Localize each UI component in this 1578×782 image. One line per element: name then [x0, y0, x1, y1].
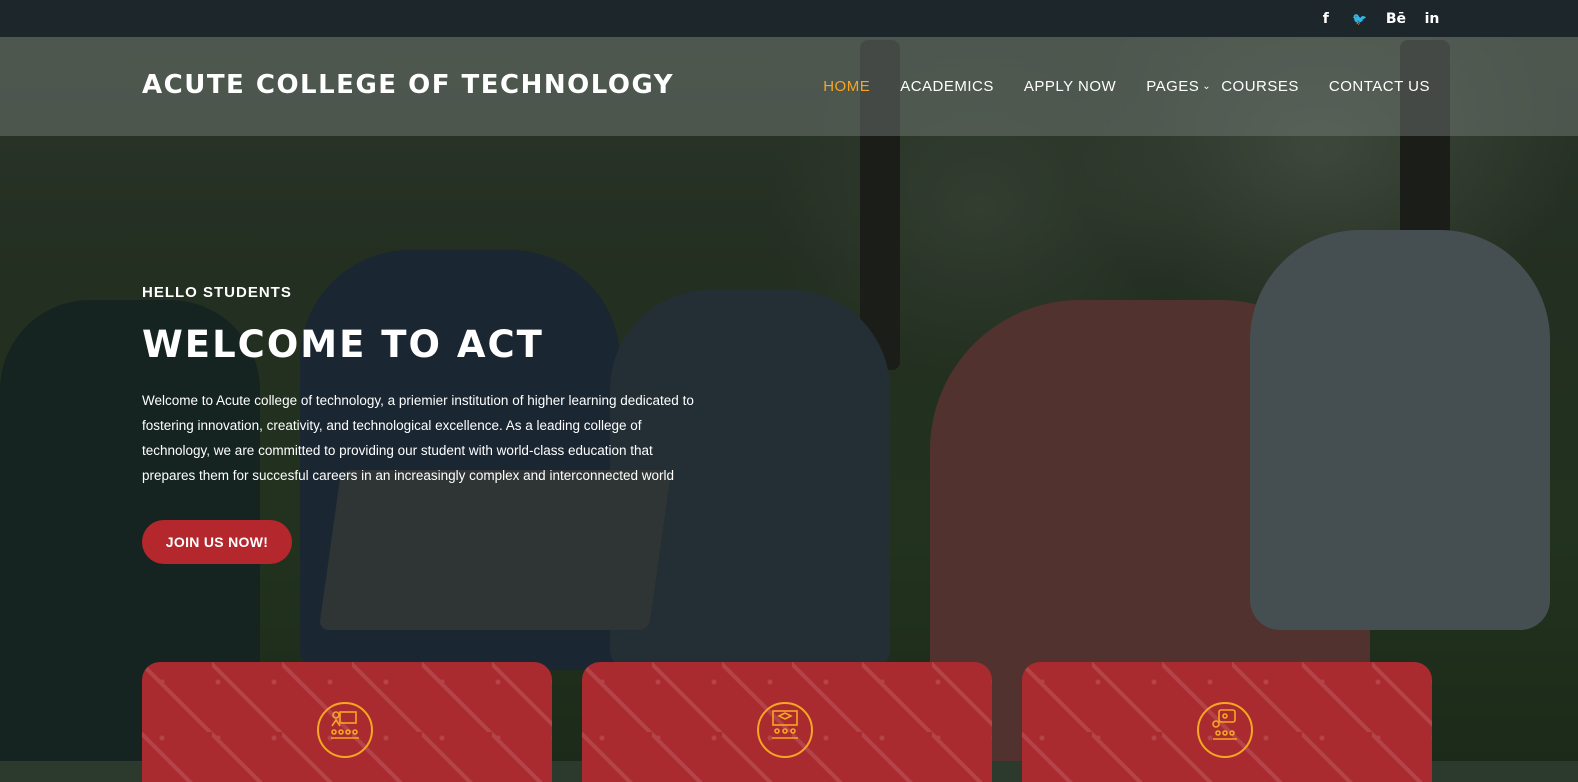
nav-item-apply-now[interactable]: APPLY NOW — [1024, 78, 1116, 95]
hero-title: WELCOME TO ACT — [142, 323, 544, 366]
feature-card[interactable] — [1022, 662, 1432, 782]
nav-label: HOME — [823, 78, 871, 95]
twitter-icon[interactable]: 🐦 — [1352, 12, 1368, 26]
brand-logo[interactable]: ACUTE COLLEGE OF TECHNOLOGY — [142, 70, 674, 100]
nav-label: ACADEMICS — [900, 78, 994, 95]
feature-card[interactable] — [142, 662, 552, 782]
hero-kicker: HELLO STUDENTS — [142, 284, 292, 301]
top-bar: f 🐦 Bē in — [0, 0, 1578, 37]
nav-item-courses[interactable]: COURSES — [1221, 78, 1299, 95]
feature-cards — [142, 662, 1432, 782]
join-us-button[interactable]: JOIN US NOW! — [142, 520, 292, 564]
hero-description: Welcome to Acute college of technology, … — [142, 393, 694, 483]
behance-icon[interactable]: Bē — [1386, 11, 1406, 27]
linkedin-icon[interactable]: in — [1424, 11, 1440, 27]
feature-card[interactable] — [582, 662, 992, 782]
group-discussion-icon — [1197, 702, 1253, 758]
site-header: ACUTE COLLEGE OF TECHNOLOGY HOME ACADEMI… — [0, 37, 1578, 136]
nav-label: PAGES — [1146, 78, 1200, 95]
nav-item-academics[interactable]: ACADEMICS — [900, 78, 994, 95]
presentation-icon — [317, 702, 373, 758]
lecture-icon — [757, 702, 813, 758]
main-nav: HOME ACADEMICS APPLY NOW PAGES ⌄ COURSES … — [823, 78, 1430, 95]
hero-content: HELLO STUDENTS WELCOME TO ACT Welcome to… — [142, 284, 712, 564]
nav-item-home[interactable]: HOME — [823, 78, 870, 95]
nav-label: CONTACT US — [1328, 78, 1430, 95]
nav-item-contact-us[interactable]: CONTACT US — [1329, 78, 1430, 95]
nav-label: COURSES — [1221, 78, 1299, 95]
social-links: f 🐦 Bē in — [1318, 0, 1440, 37]
chevron-down-icon: ⌄ — [1202, 81, 1212, 92]
facebook-icon[interactable]: f — [1318, 11, 1334, 27]
nav-label: APPLY NOW — [1023, 78, 1117, 95]
nav-item-pages[interactable]: PAGES ⌄ — [1146, 78, 1210, 95]
